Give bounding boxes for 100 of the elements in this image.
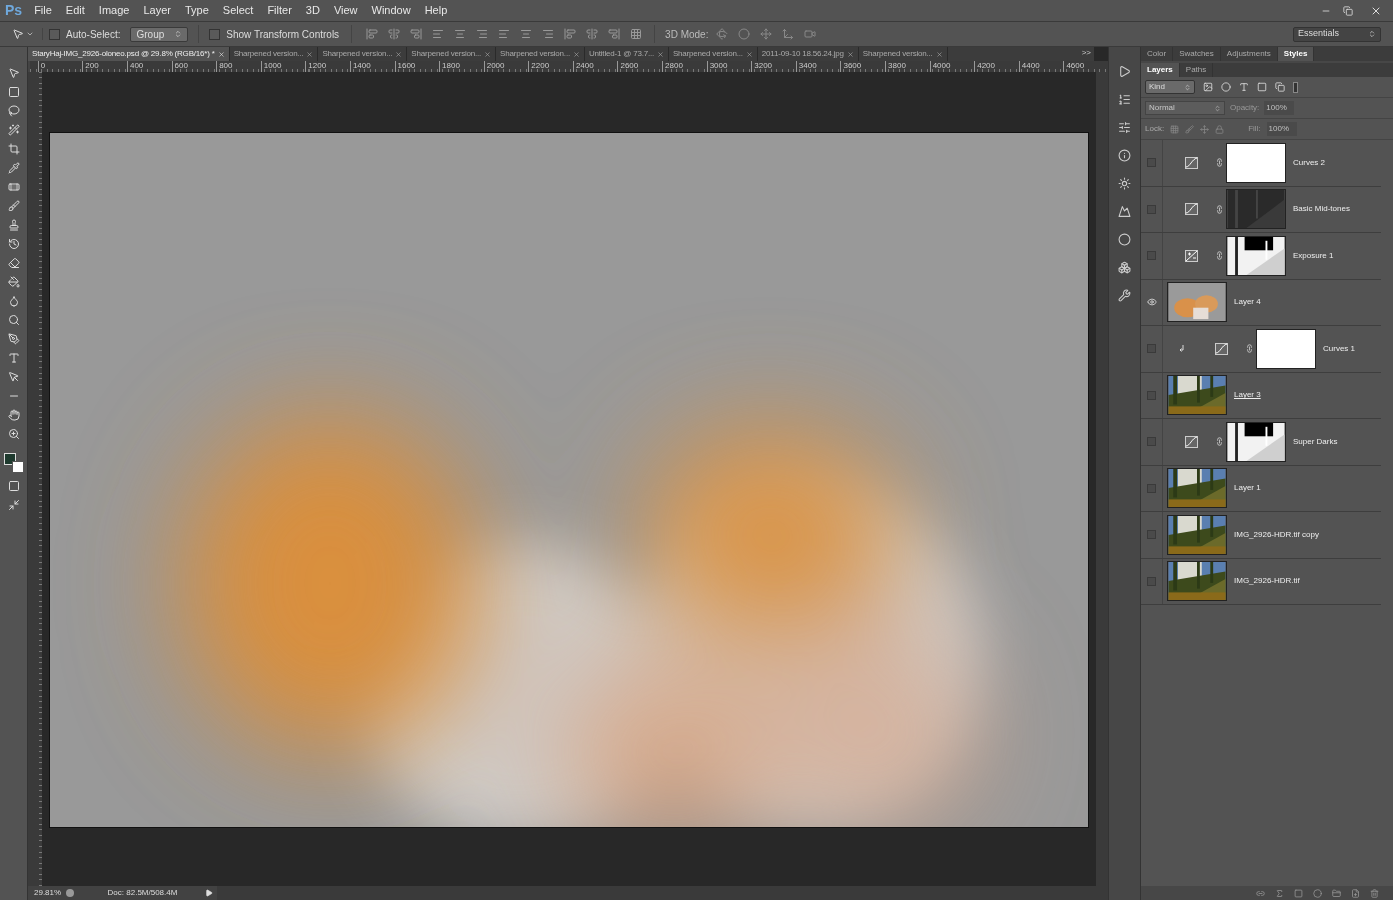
pen-tool-icon[interactable] — [7, 333, 20, 345]
history-icon[interactable] — [1118, 93, 1131, 106]
hand-tool-icon[interactable] — [7, 409, 20, 421]
3d-mode-icon[interactable] — [804, 28, 817, 40]
align-icon[interactable] — [564, 28, 577, 40]
opacity-field[interactable]: 100% — [1264, 101, 1295, 115]
visibility-toggle[interactable] — [1147, 530, 1156, 540]
layer-style-icon[interactable] — [1275, 888, 1284, 898]
blur-tool-icon[interactable] — [7, 295, 20, 307]
menu-item[interactable]: Layer — [136, 2, 178, 19]
auto-select-checkbox[interactable] — [49, 28, 60, 40]
link-layers-icon[interactable] — [1256, 888, 1265, 898]
color-swatches[interactable] — [3, 453, 24, 473]
add-mask-icon[interactable] — [1294, 888, 1303, 898]
blend-mode-dropdown[interactable]: Normal — [1145, 101, 1225, 115]
menu-item[interactable]: File — [27, 2, 59, 19]
menu-item[interactable]: View — [326, 2, 365, 19]
pixel-filter-icon[interactable] — [1203, 82, 1213, 92]
panel-tab[interactable]: Styles — [1277, 47, 1315, 61]
filter-dropdown[interactable]: Kind — [1145, 80, 1195, 94]
status-menu-icon[interactable] — [205, 889, 213, 897]
visibility-toggle[interactable] — [1147, 390, 1156, 400]
align-icon[interactable] — [366, 28, 379, 40]
3d-mode-icon[interactable] — [782, 28, 795, 40]
tab-close-icon[interactable] — [306, 50, 314, 58]
layer-row[interactable]: Layer 1 — [1141, 465, 1381, 512]
visibility-eye-icon[interactable] — [1146, 297, 1157, 308]
menu-item[interactable]: Filter — [260, 2, 299, 19]
panel-tab[interactable]: Layers — [1141, 63, 1180, 77]
clone-source-icon[interactable] — [1118, 261, 1131, 274]
tab-close-icon[interactable] — [846, 50, 854, 58]
tab-close-icon[interactable] — [395, 50, 403, 58]
stamp-tool-icon[interactable] — [7, 219, 20, 231]
adjustment-filter-icon[interactable] — [1221, 82, 1231, 92]
menu-item[interactable]: Type — [177, 2, 216, 19]
path-select-icon[interactable] — [7, 371, 20, 383]
channels-icon[interactable] — [1118, 233, 1131, 246]
visibility-toggle[interactable] — [1147, 204, 1156, 214]
layer-row[interactable]: IMG_2926-HDR.tif copy — [1141, 512, 1381, 559]
lock-pixels-icon[interactable] — [1185, 124, 1195, 134]
3d-mode-icon[interactable] — [760, 28, 773, 40]
panel-tab[interactable]: Adjustments — [1220, 47, 1278, 61]
align-icon[interactable] — [608, 28, 621, 40]
layer-row[interactable]: Layer 4 — [1141, 279, 1381, 326]
brush-tool-icon[interactable] — [7, 200, 20, 212]
tool-presets-icon[interactable] — [1118, 289, 1131, 302]
align-icon[interactable] — [586, 28, 599, 40]
filter-toggle[interactable] — [1293, 81, 1298, 93]
menu-item[interactable]: Image — [91, 2, 137, 19]
quick-mask-icon[interactable] — [7, 480, 20, 492]
caret-icon[interactable] — [26, 30, 34, 38]
layer-row[interactable]: Basic Mid-tones — [1141, 186, 1381, 233]
marquee-tool-icon[interactable] — [7, 86, 20, 98]
menu-item[interactable]: Edit — [58, 2, 92, 19]
panel-tab[interactable]: Swatches — [1173, 47, 1221, 61]
document-tab[interactable]: StaryHaj-IMG_2926-oloneo.psd @ 29.8% (RGB/16*) * — [28, 47, 230, 61]
layer-row[interactable]: Curves 2 — [1141, 140, 1381, 187]
brightness-icon[interactable] — [1118, 177, 1131, 190]
panel-tab[interactable]: Color — [1141, 47, 1174, 61]
visibility-toggle[interactable] — [1147, 158, 1156, 168]
target-dropdown[interactable]: Group — [130, 26, 189, 42]
visibility-toggle[interactable] — [1147, 483, 1156, 493]
3d-mode-icon[interactable] — [738, 28, 751, 40]
visibility-toggle[interactable] — [1147, 437, 1156, 447]
lock-all-icon[interactable] — [1215, 124, 1225, 134]
smart-filter-icon[interactable] — [1275, 82, 1285, 92]
new-adjustment-icon[interactable] — [1313, 888, 1322, 898]
eraser-tool-icon[interactable] — [7, 257, 20, 269]
history-brush-icon[interactable] — [7, 238, 20, 250]
layer-row[interactable]: IMG_2926-HDR.tif — [1141, 558, 1381, 605]
layer-row[interactable]: Super Darks — [1141, 419, 1381, 466]
tab-close-icon[interactable] — [935, 50, 943, 58]
menu-item[interactable]: Help — [417, 2, 455, 19]
tab-close-icon[interactable] — [484, 50, 492, 58]
new-group-icon[interactable] — [1332, 888, 1341, 898]
wand-tool-icon[interactable] — [7, 124, 20, 136]
type-filter-icon[interactable] — [1239, 82, 1249, 92]
histogram-icon[interactable] — [1118, 205, 1131, 218]
type-tool-icon[interactable] — [7, 352, 20, 364]
zoom-tool-icon[interactable] — [7, 428, 20, 440]
actions-icon[interactable] — [1118, 65, 1131, 78]
visibility-toggle[interactable] — [1147, 344, 1156, 354]
lasso-tool-icon[interactable] — [7, 105, 20, 117]
screen-mode-icon[interactable] — [7, 499, 20, 511]
crop-tool-icon[interactable] — [7, 143, 20, 155]
align-icon[interactable] — [432, 28, 445, 40]
menu-item[interactable]: Window — [364, 2, 418, 19]
align-icon[interactable] — [498, 28, 511, 40]
menu-item[interactable]: Select — [215, 2, 261, 19]
delete-layer-icon[interactable] — [1370, 888, 1379, 898]
visibility-toggle[interactable] — [1147, 576, 1156, 586]
align-icon[interactable] — [630, 28, 643, 40]
move-tool-icon[interactable] — [7, 67, 20, 79]
align-icon[interactable] — [410, 28, 423, 40]
align-icon[interactable] — [542, 28, 555, 40]
tab-close-icon[interactable] — [745, 50, 753, 58]
menu-item[interactable]: 3D — [298, 2, 327, 19]
move-tool-icon[interactable] — [12, 28, 24, 40]
align-icon[interactable] — [520, 28, 533, 40]
tabs-overflow[interactable]: >> — [1078, 47, 1094, 61]
